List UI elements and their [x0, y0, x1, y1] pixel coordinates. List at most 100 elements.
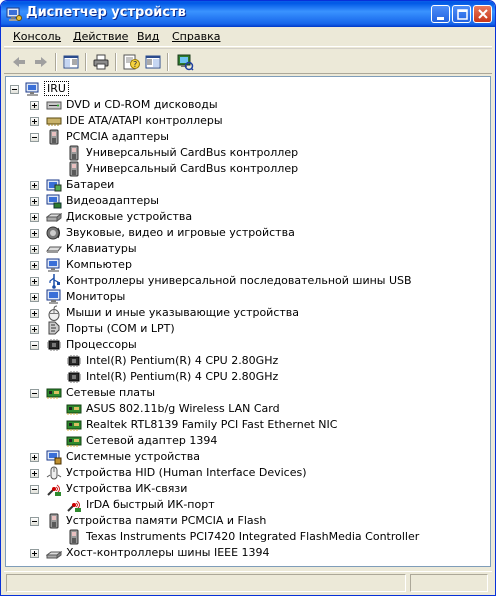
tree-device[interactable]: Intel(R) Pentium(R) 4 CPU 2.80GHz	[6, 353, 490, 369]
tree-item-label: Realtek RTL8139 Family PCI Fast Ethernet…	[86, 418, 338, 431]
tree-category[interactable]: PCMCIA адаптеры	[6, 129, 490, 145]
tree-item-label: Сетевые платы	[66, 386, 156, 399]
processor-icon	[66, 369, 82, 385]
expand-icon[interactable]	[30, 245, 39, 254]
usb-icon	[46, 273, 62, 289]
menu-console[interactable]: Консоль	[13, 30, 61, 43]
tree-category[interactable]: Компьютер	[6, 257, 490, 273]
tree-item-label: Intel(R) Pentium(R) 4 CPU 2.80GHz	[86, 370, 279, 383]
tree-item-label: IRU	[44, 81, 69, 96]
tree-category[interactable]: IDE ATA/ATAPI контроллеры	[6, 113, 490, 129]
tree-category[interactable]: Батареи	[6, 177, 490, 193]
expand-icon[interactable]	[30, 277, 39, 286]
show-hide-console-tree-icon[interactable]	[62, 53, 80, 71]
expand-icon[interactable]	[30, 229, 39, 238]
maximize-button[interactable]	[452, 5, 471, 23]
print-icon[interactable]	[92, 53, 110, 71]
collapse-icon[interactable]	[30, 133, 39, 142]
collapse-icon[interactable]	[30, 517, 39, 526]
expand-icon[interactable]	[30, 213, 39, 222]
sound-icon	[46, 225, 62, 241]
menu-view[interactable]: Вид	[137, 30, 159, 43]
expand-icon[interactable]	[30, 453, 39, 462]
expand-icon[interactable]	[30, 549, 39, 558]
tree-category[interactable]: Порты (COM и LPT)	[6, 321, 490, 337]
network-card-icon	[46, 385, 62, 401]
tree-category[interactable]: Хост-контроллеры шины IEEE 1394	[6, 545, 490, 561]
collapse-icon[interactable]	[30, 389, 39, 398]
tree-device[interactable]: Texas Instruments PCI7420 Integrated Fla…	[6, 529, 490, 545]
expand-icon[interactable]	[30, 181, 39, 190]
tree-category[interactable]: Мониторы	[6, 289, 490, 305]
pcmcia-icon	[46, 513, 62, 529]
tree-item-label: Хост-контроллеры шины IEEE 1394	[66, 546, 270, 559]
tree-item-label: Intel(R) Pentium(R) 4 CPU 2.80GHz	[86, 354, 279, 367]
tree-item-label: Устройства памяти PCMCIA и Flash	[66, 514, 267, 527]
tree-item-label: Универсальный CardBus контроллер	[86, 162, 299, 175]
tree-device[interactable]: Универсальный CardBus контроллер	[6, 145, 490, 161]
tree-item-label: Клавиатуры	[66, 242, 137, 255]
tree-device[interactable]: Realtek RTL8139 Family PCI Fast Ethernet…	[6, 417, 490, 433]
tree-device[interactable]: ASUS 802.11b/g Wireless LAN Card	[6, 401, 490, 417]
close-button[interactable]	[473, 5, 492, 23]
tree-item-label: Сетевой адаптер 1394	[86, 434, 218, 447]
network-card-icon	[66, 401, 82, 417]
tree-category[interactable]: Дисковые устройства	[6, 209, 490, 225]
collapse-icon[interactable]	[10, 85, 19, 94]
tree-category[interactable]: Звуковые, видео и игровые устройства	[6, 225, 490, 241]
menu-action[interactable]: Действие	[73, 30, 128, 43]
forward-arrow-icon[interactable]	[32, 53, 50, 71]
tree-category[interactable]: Устройства HID (Human Interface Devices)	[6, 465, 490, 481]
device-tree[interactable]: IRU DVD и CD-ROM дисководы IDE ATA/ATAPI к…	[5, 76, 491, 567]
collapse-icon[interactable]	[30, 485, 39, 494]
tree-device[interactable]: Универсальный CardBus контроллер	[6, 161, 490, 177]
processor-icon	[46, 337, 62, 353]
tree-category[interactable]: Системные устройства	[6, 449, 490, 465]
expand-icon[interactable]	[30, 261, 39, 270]
collapse-icon[interactable]	[30, 341, 39, 350]
expand-icon[interactable]	[30, 197, 39, 206]
export-list-icon[interactable]	[144, 53, 162, 71]
tree-item-label: PCMCIA адаптеры	[66, 130, 169, 143]
expand-icon[interactable]	[30, 469, 39, 478]
computer-icon	[25, 81, 41, 97]
tree-category[interactable]: Процессоры	[6, 337, 490, 353]
tree-item-label: Мониторы	[66, 290, 126, 303]
toolbar-separator	[55, 53, 57, 71]
tree-device[interactable]: Сетевой адаптер 1394	[6, 433, 490, 449]
menu-help[interactable]: Справка	[172, 30, 220, 43]
svg-text:?: ?	[133, 60, 137, 69]
device-manager-window: Диспетчер устройств Консоль Действие Вид…	[0, 0, 496, 596]
tree-category[interactable]: Устройства ИК-связи	[6, 481, 490, 497]
cdrom-icon	[46, 97, 62, 113]
tree-category[interactable]: Устройства памяти PCMCIA и Flash	[6, 513, 490, 529]
scan-hardware-icon[interactable]	[176, 53, 194, 71]
tree-category[interactable]: Мыши и иные указывающие устройства	[6, 305, 490, 321]
tree-category[interactable]: Контроллеры универсальной последовательн…	[6, 273, 490, 289]
minimize-button[interactable]	[431, 5, 450, 23]
tree-root[interactable]: IRU	[6, 81, 490, 97]
expand-icon[interactable]	[30, 101, 39, 110]
disk-drive-icon	[45, 209, 63, 225]
expand-icon[interactable]	[30, 117, 39, 126]
title-bar[interactable]: Диспетчер устройств	[1, 1, 495, 27]
toolbar-separator	[167, 53, 169, 71]
expand-icon[interactable]	[30, 293, 39, 302]
status-panel	[6, 574, 406, 592]
mouse-icon	[46, 305, 62, 321]
tree-category[interactable]: Клавиатуры	[6, 241, 490, 257]
tree-device[interactable]: IrDA быстрый ИК-порт	[6, 497, 490, 513]
tree-item-label: Texas Instruments PCI7420 Integrated Fla…	[86, 530, 420, 543]
tree-category[interactable]: Видеоадаптеры	[6, 193, 490, 209]
properties-help-icon[interactable]: ?	[122, 53, 140, 71]
toolbar-separator	[85, 53, 87, 71]
tree-category[interactable]: Сетевые платы	[6, 385, 490, 401]
tree-category[interactable]: DVD и CD-ROM дисководы	[6, 97, 490, 113]
tree-item-label: Устройства ИК-связи	[66, 482, 188, 495]
back-arrow-icon[interactable]	[10, 53, 28, 71]
tree-item-label: IDE ATA/ATAPI контроллеры	[66, 114, 223, 127]
expand-icon[interactable]	[30, 309, 39, 318]
expand-icon[interactable]	[30, 325, 39, 334]
network-card-icon	[66, 433, 82, 449]
tree-device[interactable]: Intel(R) Pentium(R) 4 CPU 2.80GHz	[6, 369, 490, 385]
